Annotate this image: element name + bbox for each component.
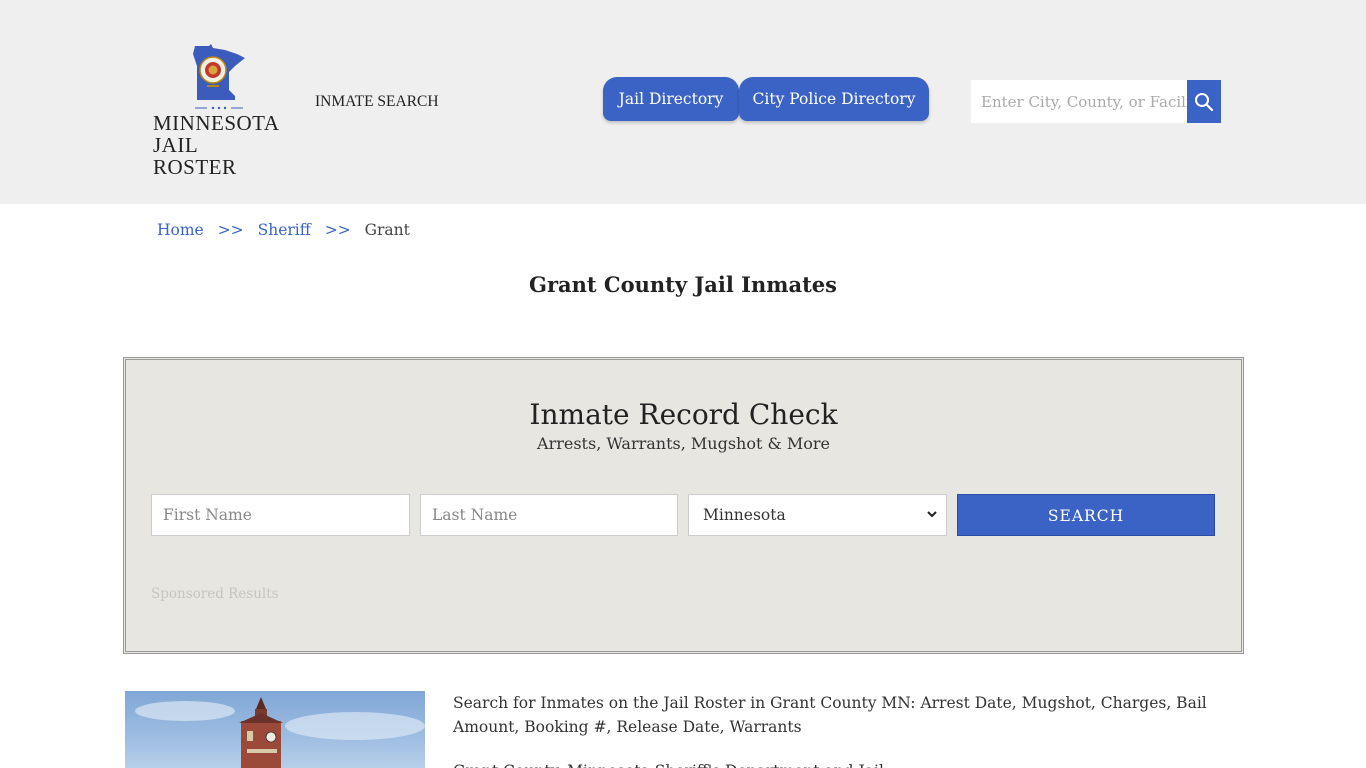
nav-inmate-search[interactable]: INMATE SEARCH bbox=[315, 93, 439, 111]
breadcrumb-sheriff[interactable]: Sheriff bbox=[258, 221, 311, 239]
courthouse-image bbox=[135, 697, 425, 768]
header-search-button[interactable] bbox=[1187, 80, 1221, 123]
minnesota-map-icon bbox=[193, 44, 245, 100]
logo-rule bbox=[195, 106, 243, 110]
breadcrumb-current: Grant bbox=[364, 221, 410, 239]
tab-city-police-directory[interactable]: City Police Directory bbox=[739, 77, 929, 121]
search-button[interactable]: SEARCH bbox=[957, 494, 1215, 536]
page-title: Grant County Jail Inmates bbox=[529, 272, 837, 297]
site-header: MINNESOTA JAIL ROSTER INMATE SEARCH Jail… bbox=[0, 0, 1366, 204]
record-check-title: Inmate Record Check bbox=[529, 398, 838, 431]
inmate-record-check-panel: Inmate Record Check Arrests, Warrants, M… bbox=[123, 357, 1244, 654]
sponsored-results-label: Sponsored Results bbox=[151, 586, 279, 602]
record-check-subtitle: Arrests, Warrants, Mugshot & More bbox=[537, 434, 830, 453]
breadcrumb-home[interactable]: Home bbox=[157, 221, 204, 239]
last-name-input[interactable] bbox=[420, 494, 678, 536]
intro-paragraph: Search for Inmates on the Jail Roster in… bbox=[453, 694, 1207, 736]
header-search-input[interactable] bbox=[971, 80, 1187, 123]
search-icon bbox=[1195, 92, 1214, 111]
header-search bbox=[971, 80, 1221, 123]
state-select[interactable]: Minnesota bbox=[688, 494, 947, 536]
chevron-down-icon bbox=[927, 511, 937, 518]
logo-line1: MINNESOTA bbox=[153, 111, 280, 135]
logo-line2: JAIL ROSTER bbox=[153, 133, 237, 179]
breadcrumb-separator: >> bbox=[217, 221, 244, 239]
first-name-input[interactable] bbox=[151, 494, 410, 536]
breadcrumb: Home >> Sheriff >> Grant bbox=[157, 221, 410, 239]
courthouse-photo bbox=[125, 691, 425, 768]
intro-paragraph-2: Grant County, Minnesota Sheriff's Depart… bbox=[453, 759, 1233, 768]
site-logo[interactable]: MINNESOTA JAIL ROSTER bbox=[153, 44, 285, 178]
breadcrumb-separator: >> bbox=[324, 221, 351, 239]
state-select-value: Minnesota bbox=[703, 506, 786, 524]
logo-text: MINNESOTA JAIL ROSTER bbox=[153, 112, 285, 178]
tab-jail-directory[interactable]: Jail Directory bbox=[603, 77, 739, 121]
